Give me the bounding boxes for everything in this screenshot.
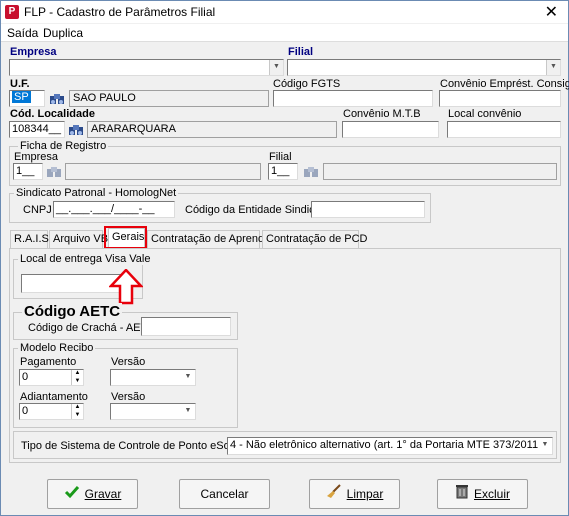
trash-icon [455,481,469,509]
codigo-entidade-label: Código da Entidade Sindical [185,204,324,216]
ficha-empresa-label: Empresa [14,151,59,163]
sindicato-title: Sindicato Patronal - HomologNet [14,187,179,199]
ficha-filial-name [323,163,557,180]
convenio-emprest-label: Convênio Emprést. Consig. [440,78,569,90]
arrow-up-icon [109,269,143,305]
uf-name: SAO PAULO [69,90,269,107]
title-bar: P FLP - Cadastro de Parâmetros Filial ✕ [1,1,568,23]
adiantamento-field[interactable]: 0 ▲ ▼ [19,403,84,420]
versao-select[interactable]: ▼ [110,403,196,420]
cod-localidade-label: Cód. Localidade [10,108,95,120]
main-window: P FLP - Cadastro de Parâmetros Filial ✕ … [0,0,569,516]
ficha-filial-field[interactable]: 1__ [268,163,298,180]
excluir-label: Excluir [473,487,510,501]
pagamento-spinner[interactable]: ▲ ▼ [71,370,83,385]
chevron-down-icon[interactable]: ▼ [181,370,195,385]
window-title: FLP - Cadastro de Parâmetros Filial [24,5,216,19]
chevron-down-icon[interactable]: ▼ [538,438,552,454]
ficha-empresa-name [65,163,261,180]
convenio-mtb-field[interactable] [342,121,439,138]
local-convenio-field[interactable] [447,121,561,138]
chevron-down-icon[interactable]: ▼ [181,404,195,419]
chevron-down-icon[interactable]: ▼ [546,60,560,75]
codigo-entidade-field[interactable] [311,201,425,218]
convenio-emprest-field[interactable] [439,90,561,107]
cracha-label: Código de Crachá - AETC [28,322,156,334]
cancelar-button[interactable]: Cancelar [179,479,270,509]
versao-select[interactable]: ▼ [110,369,196,386]
versao-label: Versão [111,356,146,368]
tab-rais[interactable]: R.A.I.S [10,230,49,248]
empresa-label: Empresa [10,46,57,58]
pagamento-field[interactable]: 0 ▲ ▼ [19,369,84,386]
tab-contratacao-aprendiz[interactable]: Contratação de Aprendiz [147,230,272,248]
cnpj-field[interactable]: __.___.___/____-__ [53,201,175,218]
close-icon[interactable]: ✕ [545,2,558,22]
chevron-down-icon[interactable]: ▼ [269,60,283,75]
tab-arquivo-vb[interactable]: Arquivo VB [49,230,108,248]
fgts-field[interactable] [273,90,433,107]
cod-localidade-field[interactable]: 108344__ [9,121,65,138]
convenio-mtb-label: Convênio M.T.B [343,108,421,120]
tab-contratacao-pcd[interactable]: Contratação de PCD [262,230,368,248]
search-binoculars-icon[interactable] [303,164,319,180]
ponto-select[interactable]: 4 - Não eletrônico alternativo (art. 1° … [227,437,553,455]
ponto-label: Tipo de Sistema de Controle de Ponto eSo… [21,440,247,452]
search-binoculars-icon[interactable] [68,122,84,138]
menu-duplica[interactable]: Duplica [43,26,83,40]
uf-value: SP [12,91,31,103]
app-icon: P [5,5,19,19]
gravar-button[interactable]: Gravar [47,479,138,509]
modelo-recibo-title: Modelo Recibo [18,342,96,354]
adiantamento-spinner[interactable]: ▲ ▼ [71,404,83,419]
versao-label: Versão [111,391,146,403]
ficha-filial-label: Filial [269,151,292,163]
pagamento-label: Pagamento [20,356,77,368]
filial-select[interactable]: ▼ [287,59,561,76]
local-convenio-label: Local convênio [448,108,522,120]
menu-saida[interactable]: Saída [7,26,38,40]
uf-field[interactable]: SP [9,90,45,107]
localidade-name: ARARARQUARA [87,121,337,138]
aetc-title: Código AETC [22,303,123,320]
checkmark-icon [64,481,80,509]
fgts-label: Código FGTS [273,78,341,90]
visa-vale-title: Local de entrega Visa Vale [18,253,153,265]
search-binoculars-icon[interactable] [46,164,62,180]
limpar-button[interactable]: Limpar [309,479,400,509]
highlight-box [104,226,147,249]
cnpj-label: CNPJ [23,204,52,216]
limpar-label: Limpar [346,487,384,501]
adiantamento-value: 0 [22,405,29,417]
menu-bar: Saída Duplica [1,24,568,42]
filial-label: Filial [288,46,314,58]
adiantamento-label: Adiantamento [20,391,88,403]
cracha-field[interactable] [141,317,231,336]
ficha-empresa-field[interactable]: 1__ [13,163,43,180]
search-binoculars-icon[interactable] [49,91,65,107]
pagamento-value: 0 [22,371,29,383]
ponto-value: 4 - Não eletrônico alternativo (art. 1° … [230,439,542,451]
uf-label: U.F. [10,78,30,90]
broom-icon [326,481,342,509]
empresa-select[interactable]: ▼ [9,59,284,76]
cancelar-label: Cancelar [200,487,249,501]
gravar-label: Gravar [84,487,122,501]
excluir-button[interactable]: Excluir [437,479,528,509]
